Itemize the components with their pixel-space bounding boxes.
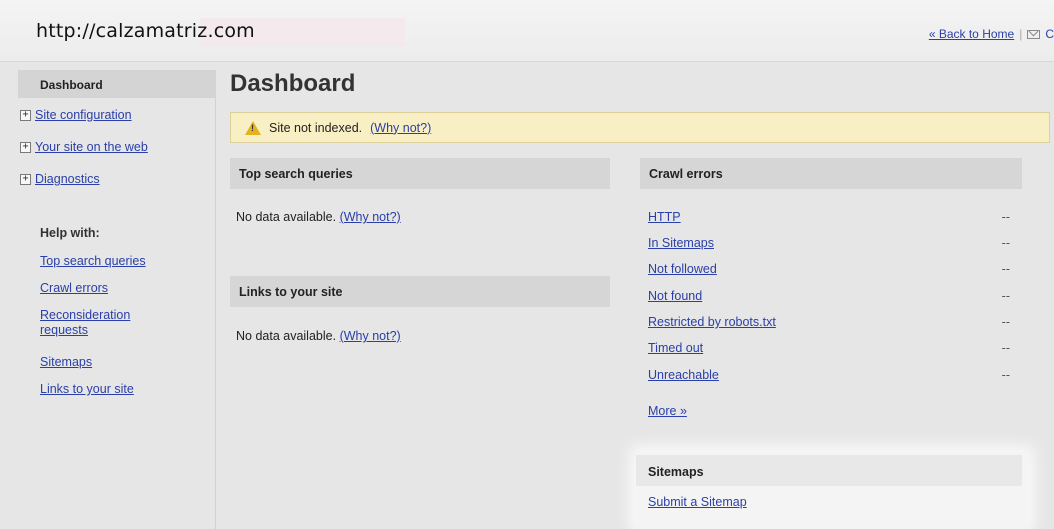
sidebar-item-label[interactable]: Your site on the web <box>35 140 148 154</box>
sitemaps-header: Sitemaps <box>636 455 1022 486</box>
crawl-link-not-found[interactable]: Not found <box>648 289 702 303</box>
crawl-value: -- <box>1001 289 1010 303</box>
help-link-crawl-errors[interactable]: Crawl errors <box>40 281 190 296</box>
page-title: Dashboard <box>230 70 356 97</box>
sidebar-item-your-site-on-the-web[interactable]: + Your site on the web <box>20 140 148 154</box>
crawl-errors-header: Crawl errors <box>640 158 1022 189</box>
why-not-link[interactable]: (Why not?) <box>340 329 401 343</box>
sidebar: Dashboard + Site configuration + Your si… <box>18 70 216 529</box>
crawl-row-http: HTTP -- <box>648 210 1010 224</box>
help-link-reconsideration-requests[interactable]: Reconsideration requests <box>40 308 170 338</box>
help-link-sitemaps[interactable]: Sitemaps <box>40 355 190 370</box>
no-data-text: No data available. <box>236 329 337 343</box>
help-link-links-to-your-site[interactable]: Links to your site <box>40 382 190 397</box>
no-data-text: No data available. <box>236 210 337 224</box>
more-crawl-errors-link[interactable]: More » <box>648 404 687 418</box>
links-no-data: No data available. (Why not?) <box>236 329 401 343</box>
top-header: http://calzamatriz.com « Back to Home | … <box>0 0 1054 62</box>
top-queries-no-data: No data available. (Why not?) <box>236 210 401 224</box>
help-with-title: Help with: <box>40 226 100 240</box>
crawl-link-unreachable[interactable]: Unreachable <box>648 368 719 382</box>
expand-plus-icon[interactable]: + <box>20 141 31 153</box>
alert-text: Site not indexed. <box>269 120 363 135</box>
sitemaps-panel: Sitemaps Submit a Sitemap <box>636 452 1028 529</box>
back-to-home-link[interactable]: « Back to Home <box>929 27 1014 41</box>
submit-sitemap-link[interactable]: Submit a Sitemap <box>648 495 747 509</box>
crawl-value: -- <box>1001 315 1010 329</box>
crawl-row-in-sitemaps: In Sitemaps -- <box>648 236 1010 250</box>
crawl-link-timed-out[interactable]: Timed out <box>648 341 703 355</box>
sidebar-item-label[interactable]: Site configuration <box>35 108 132 122</box>
crawl-row-unreachable: Unreachable -- <box>648 368 1010 382</box>
mail-icon[interactable] <box>1027 29 1041 39</box>
header-separator: | <box>1019 27 1023 41</box>
crawl-row-not-found: Not found -- <box>648 289 1010 303</box>
top-search-queries-header: Top search queries <box>230 158 610 189</box>
expand-plus-icon[interactable]: + <box>20 173 31 185</box>
crawl-value: -- <box>1001 262 1010 276</box>
crawl-link-not-followed[interactable]: Not followed <box>648 262 717 276</box>
why-not-link[interactable]: (Why not?) <box>340 210 401 224</box>
help-link-top-search-queries[interactable]: Top search queries <box>40 254 190 269</box>
site-url: http://calzamatriz.com <box>36 20 255 42</box>
crawl-link-restricted-by-robots[interactable]: Restricted by robots.txt <box>648 315 776 329</box>
why-not-link[interactable]: (Why not?) <box>370 121 431 135</box>
expand-plus-icon[interactable]: + <box>20 109 31 121</box>
sidebar-item-label[interactable]: Diagnostics <box>35 172 100 186</box>
header-links: « Back to Home | C <box>929 27 1054 41</box>
crawl-value: -- <box>1001 341 1010 355</box>
crawl-row-not-followed: Not followed -- <box>648 262 1010 276</box>
crawl-value: -- <box>1001 368 1010 382</box>
header-cut-link[interactable]: C <box>1045 27 1054 41</box>
sidebar-item-dashboard[interactable]: Dashboard <box>18 70 216 98</box>
crawl-row-timed-out: Timed out -- <box>648 341 1010 355</box>
crawl-value: -- <box>1001 210 1010 224</box>
links-to-your-site-header: Links to your site <box>230 276 610 307</box>
crawl-link-http[interactable]: HTTP <box>648 210 681 224</box>
site-not-indexed-alert: Site not indexed. (Why not?) <box>230 112 1050 143</box>
warning-icon <box>245 120 261 135</box>
sidebar-item-diagnostics[interactable]: + Diagnostics <box>20 172 100 186</box>
crawl-row-restricted: Restricted by robots.txt -- <box>648 315 1010 329</box>
sidebar-item-site-configuration[interactable]: + Site configuration <box>20 108 132 122</box>
crawl-link-in-sitemaps[interactable]: In Sitemaps <box>648 236 714 250</box>
crawl-value: -- <box>1001 236 1010 250</box>
